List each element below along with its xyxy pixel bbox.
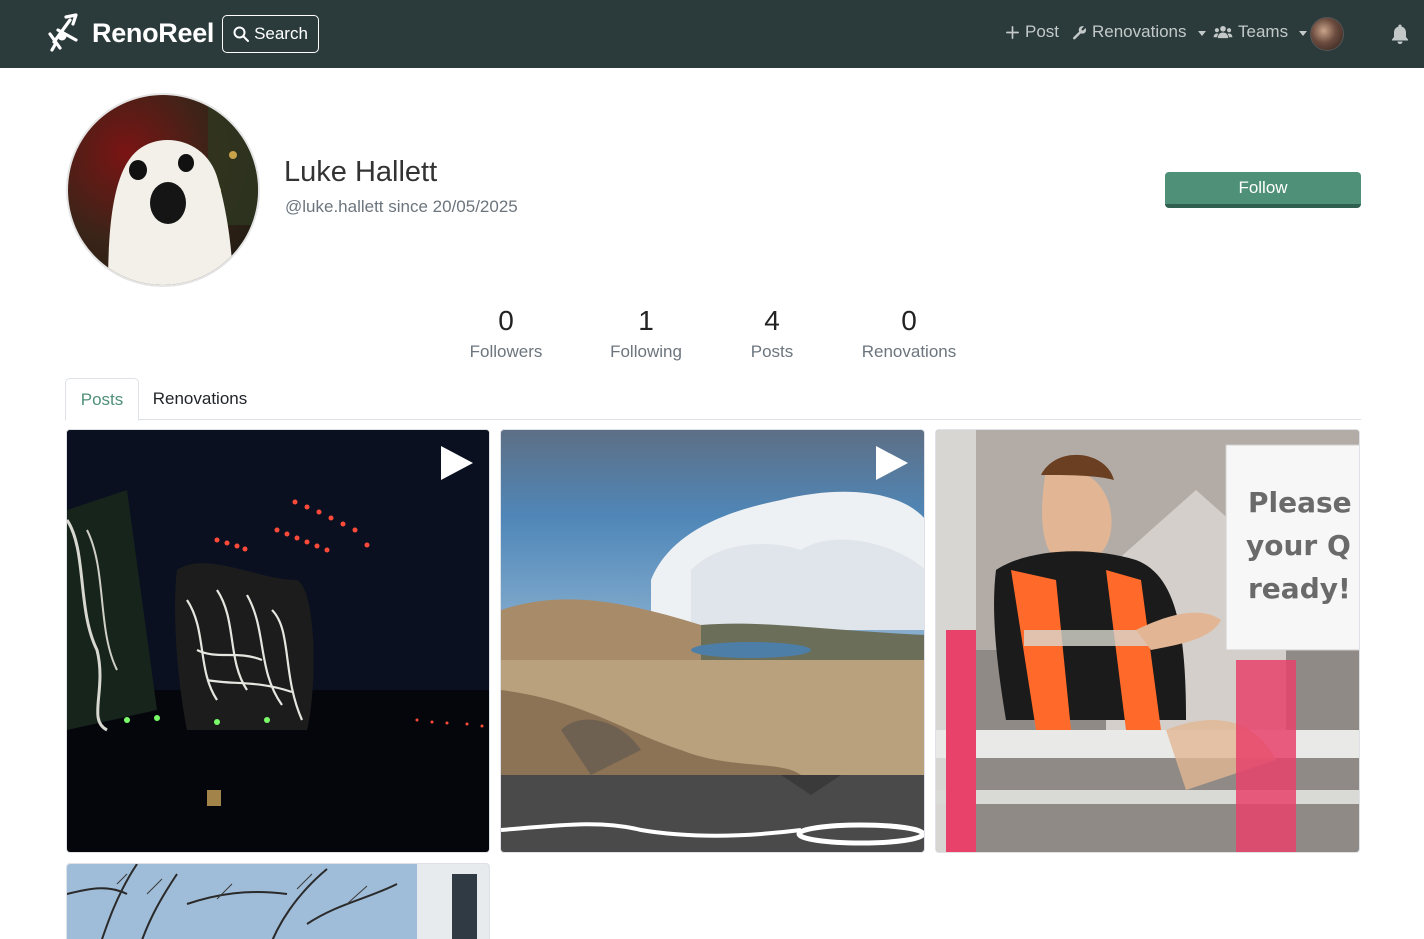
nav-teams-label: Teams (1238, 22, 1289, 41)
post-thumbnail (67, 430, 489, 852)
post-thumbnail: Please your Q ready! (936, 430, 1359, 852)
sign-text-line-2: your Q (1246, 529, 1351, 562)
renoreel-logo-icon (48, 13, 78, 52)
stat-posts: 4 Posts (702, 304, 842, 362)
search-icon (233, 26, 250, 42)
profile-avatar (66, 93, 260, 287)
post-tile[interactable] (500, 429, 925, 853)
plus-icon (1006, 25, 1019, 39)
wrench-icon (1072, 25, 1087, 39)
nav-renovations-dropdown[interactable]: Renovations (1072, 22, 1206, 42)
post-thumbnail (67, 864, 489, 939)
nav-post-label: Post (1025, 22, 1060, 41)
stat-value: 0 (498, 305, 514, 336)
chevron-down-icon (1299, 30, 1308, 36)
bell-icon[interactable] (1390, 23, 1410, 45)
profile-tabs: Posts Renovations (65, 378, 1361, 421)
nav-teams-dropdown[interactable]: Teams (1213, 22, 1308, 42)
tab-posts[interactable]: Posts (65, 378, 139, 421)
play-icon (441, 446, 473, 480)
profile-handle: @luke.hallett since 20/05/2025 (285, 197, 518, 216)
sign-text-line-3: ready! (1248, 572, 1351, 605)
stat-following[interactable]: 1 Following (576, 304, 716, 362)
users-icon (1213, 25, 1233, 38)
post-tile[interactable] (66, 863, 490, 939)
stat-value: 0 (901, 305, 917, 336)
nav-post-link[interactable]: Post (1005, 22, 1059, 42)
search-button[interactable]: Search (222, 15, 319, 53)
stat-label: Renovations (861, 342, 957, 361)
stat-followers[interactable]: 0 Followers (436, 304, 576, 362)
stat-value: 4 (764, 305, 780, 336)
post-tile[interactable]: Please your Q ready! (935, 429, 1360, 853)
nav-renovations-label: Renovations (1092, 22, 1187, 41)
post-tile[interactable] (66, 429, 490, 853)
stat-label: Following (610, 342, 682, 361)
profile-name: Luke Hallett (284, 156, 438, 188)
sign-text-line-1: Please (1248, 486, 1352, 519)
navbar: RenoReel Search Post Renovations Teams (0, 0, 1424, 68)
stat-value: 1 (638, 305, 654, 336)
search-label: Search (254, 24, 308, 43)
user-avatar[interactable] (1310, 17, 1344, 51)
tab-renovations[interactable]: Renovations (139, 378, 261, 420)
follow-button[interactable]: Follow (1165, 172, 1361, 208)
stat-label: Posts (750, 342, 794, 361)
brand-link[interactable]: RenoReel (46, 12, 214, 54)
stat-renovations: 0 Renovations (839, 304, 979, 362)
chevron-down-icon (1197, 30, 1206, 36)
stat-label: Followers (469, 342, 543, 361)
brand-name: RenoReel (92, 17, 215, 48)
play-icon (876, 446, 908, 480)
post-thumbnail (501, 430, 924, 852)
